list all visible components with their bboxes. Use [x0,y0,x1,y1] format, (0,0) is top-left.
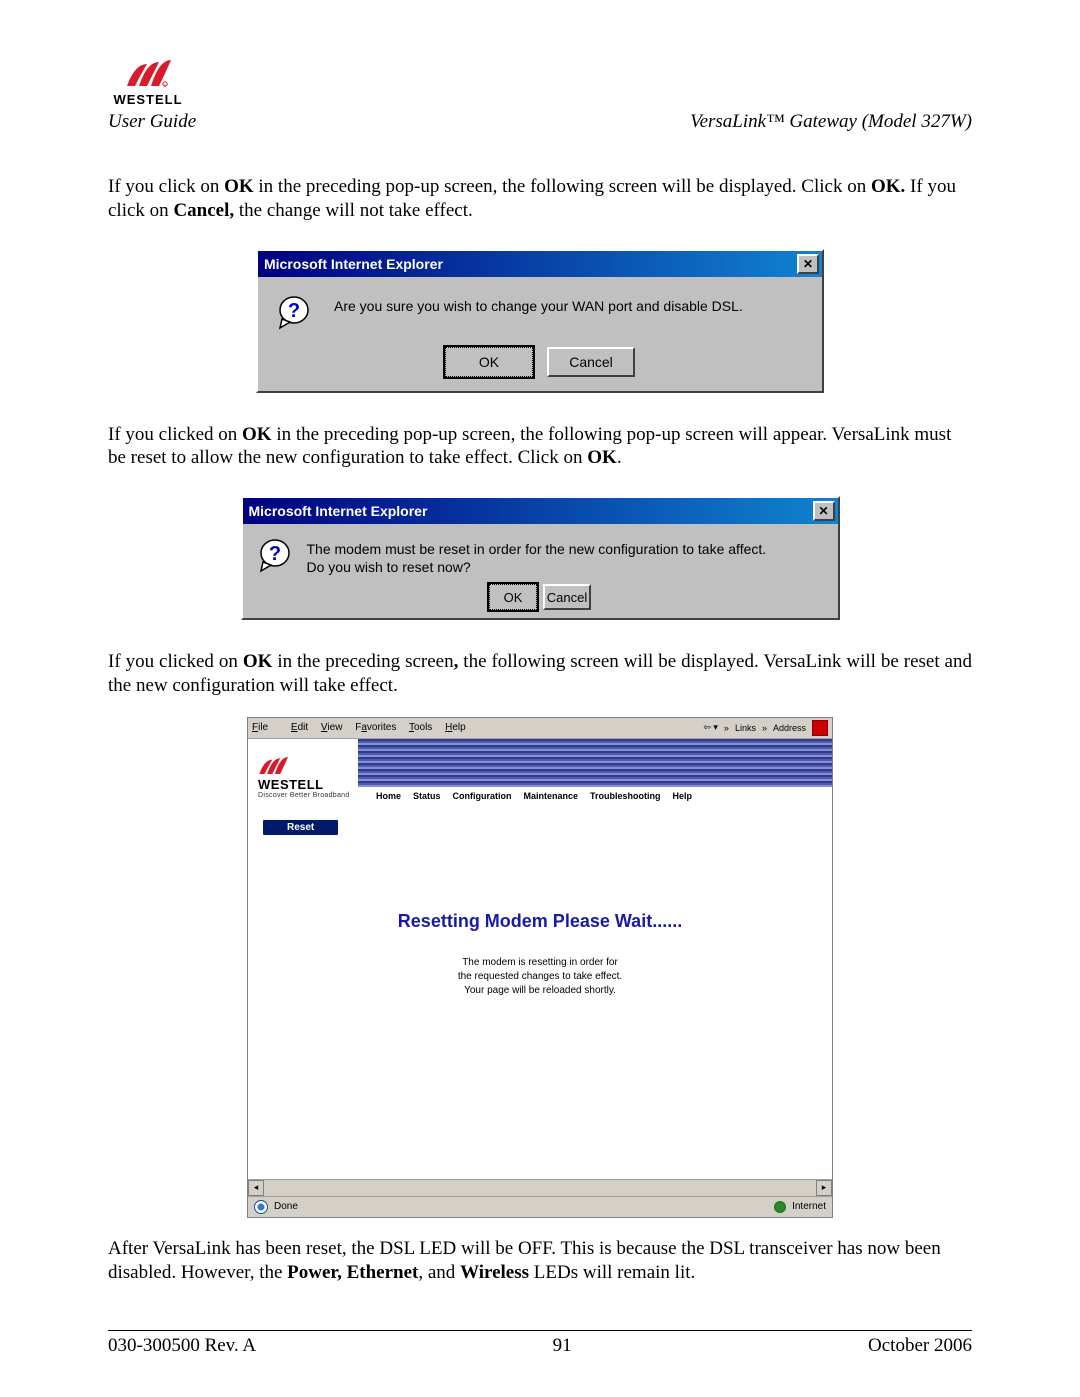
confirm-dialog-1: Microsoft Internet Explorer ✕ ? Are you … [256,249,824,393]
ie-throbber-icon [812,720,828,736]
browser-window: File Edit View Favorites Tools Help ⇦ ▾ … [247,717,833,1218]
nav-configuration[interactable]: Configuration [453,791,512,801]
intro-paragraph-3: If you clicked on OK in the preceding sc… [108,650,972,698]
nav-help[interactable]: Help [673,791,693,801]
ok-button[interactable]: OK [489,584,537,610]
ie-icon [254,1200,268,1214]
svg-text:R: R [164,83,166,87]
footer-left: 030-300500 Rev. A [108,1335,256,1357]
banner-stripes [358,739,832,787]
nav-status[interactable]: Status [413,791,441,801]
nav-home[interactable]: Home [376,791,401,801]
toolbar-address[interactable]: Address [773,723,806,733]
menubar-left: File Edit View Favorites Tools Help [252,722,476,733]
horizontal-scrollbar[interactable]: ◂ ▸ [248,1179,832,1196]
dialog1-title: Microsoft Internet Explorer [264,256,443,272]
menu-favorites[interactable]: Favorites [355,722,396,733]
footer-rule [108,1330,972,1331]
page-footer: 030-300500 Rev. A 91 October 2006 [108,1335,972,1357]
browser-statusbar: Done Internet [248,1196,832,1217]
intro-paragraph-2: If you clicked on OK in the preceding po… [108,423,972,471]
status-zone: Internet [792,1201,826,1212]
dialog2-titlebar: Microsoft Internet Explorer ✕ [243,498,838,524]
westell-swoosh-icon [258,757,288,777]
scroll-left-icon[interactable]: ◂ [248,1180,264,1196]
browser-menubar: File Edit View Favorites Tools Help ⇦ ▾ … [248,718,832,739]
closing-paragraph: After VersaLink has been reset, the DSL … [108,1237,972,1285]
dialog1-message: Are you sure you wish to change your WAN… [334,295,743,315]
menubar-right: ⇦ ▾ » Links » Address [703,720,828,736]
reset-body: The modem is resetting in order for the … [248,956,832,998]
intro-paragraph-1: If you click on OK in the preceding pop-… [108,175,972,223]
svg-text:?: ? [288,300,300,322]
toolbar-links[interactable]: Links [735,723,756,733]
nav-troubleshooting[interactable]: Troubleshooting [590,791,661,801]
banner-logo: WESTELL Discover Better Broadband [248,751,350,799]
status-done: Done [274,1201,298,1212]
menu-tools[interactable]: Tools [409,722,432,733]
reset-title: Resetting Modem Please Wait...... [248,911,832,932]
cancel-button[interactable]: Cancel [547,347,635,377]
menu-edit[interactable]: Edit [291,722,308,733]
westell-swoosh-icon: R [125,60,171,90]
globe-icon [774,1201,786,1213]
westell-banner: WESTELL Discover Better Broadband Home S… [248,739,832,811]
footer-right: October 2006 [868,1335,972,1357]
sidebar-item-reset[interactable]: Reset [262,819,339,836]
cancel-button[interactable]: Cancel [543,584,591,610]
document-page: R WESTELL User Guide VersaLink™ Gateway … [0,0,1080,1397]
close-icon[interactable]: ✕ [797,254,819,274]
nav-maintenance[interactable]: Maintenance [524,791,579,801]
header-right: VersaLink™ Gateway (Model 327W) [690,111,972,133]
menu-view[interactable]: View [321,722,343,733]
close-icon[interactable]: ✕ [813,501,835,521]
ok-button[interactable]: OK [445,347,533,377]
banner-tagline: Discover Better Broadband [258,792,350,799]
dialog2-message: The modem must be reset in order for the… [307,538,767,576]
menu-file[interactable]: File [252,722,278,733]
footer-page-number: 91 [553,1335,572,1357]
page-header: R WESTELL User Guide VersaLink™ Gateway … [108,55,972,133]
question-icon: ? [257,538,293,574]
dialog1-titlebar: Microsoft Internet Explorer ✕ [258,251,822,277]
question-icon: ? [276,295,312,331]
confirm-dialog-2: Microsoft Internet Explorer ✕ ? The mode… [241,496,840,620]
reset-message: Resetting Modem Please Wait...... The mo… [248,911,832,998]
svg-text:?: ? [268,543,280,565]
header-row: User Guide VersaLink™ Gateway (Model 327… [108,111,972,133]
header-left: User Guide [108,111,196,133]
westell-logo: R WESTELL [108,55,188,107]
browser-content: WESTELL Discover Better Broadband Home S… [248,739,832,1179]
westell-logo-text: WESTELL [113,92,182,107]
scroll-right-icon[interactable]: ▸ [816,1180,832,1196]
dialog2-title: Microsoft Internet Explorer [249,503,428,519]
banner-logo-text: WESTELL [258,777,350,792]
menu-help[interactable]: Help [445,722,466,733]
banner-nav: Home Status Configuration Maintenance Tr… [376,791,692,801]
